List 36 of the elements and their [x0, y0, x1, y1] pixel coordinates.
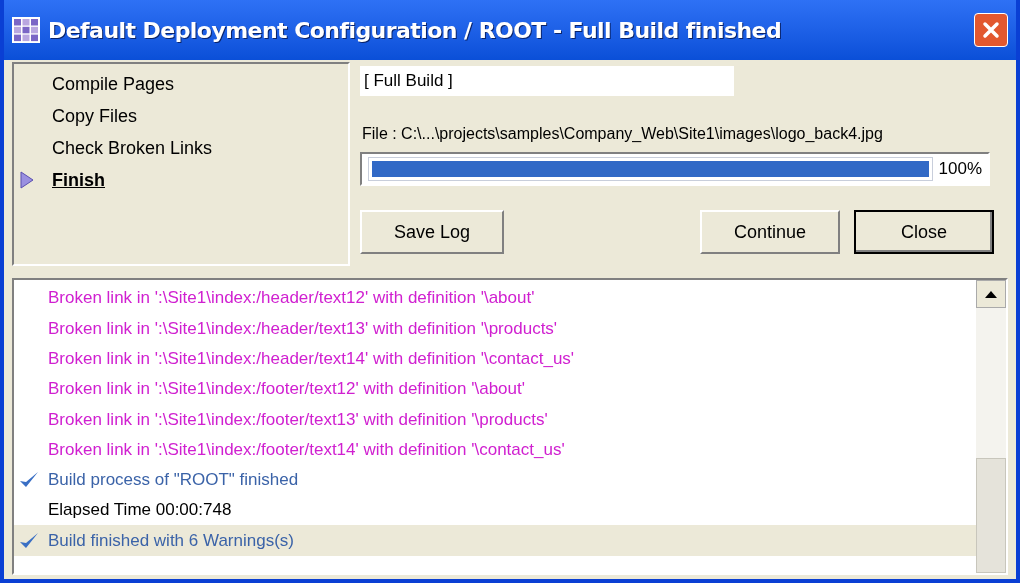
build-type-field: [ Full Build ]: [360, 66, 734, 96]
log-text: Elapsed Time 00:00:748: [48, 499, 232, 522]
log-row[interactable]: Broken link in ':\Site1\index:/header/text14' with definition '\contact_us': [14, 343, 976, 374]
log-row[interactable]: Broken link in ':\Site1\index:/footer/text14' with definition '\contact_us': [14, 434, 976, 465]
log-row[interactable]: Broken link in ':\Site1\index:/footer/text12' with definition '\about': [14, 373, 976, 405]
log-row[interactable]: Elapsed Time 00:00:748: [14, 495, 976, 526]
log-row[interactable]: Build process of "ROOT" finished: [14, 464, 976, 496]
dialog-button[interactable]: Continue: [700, 210, 840, 254]
log-text: Broken link in ':\Site1\index:/footer/text13' with definition '\products': [48, 408, 548, 431]
window-title: Default Deployment Configuration / ROOT - Full Build finished: [48, 16, 783, 45]
log-row[interactable]: Broken link in ':\Site1\index:/header/text12' with definition '\about': [14, 283, 976, 314]
dialog-button[interactable]: Close: [854, 210, 994, 254]
close-icon: [982, 21, 1000, 39]
step-label: Compile Pages: [52, 72, 175, 96]
log-text: Broken link in ':\Site1\index:/header/text13' with definition '\products': [48, 317, 558, 340]
step-label: Copy Files: [52, 104, 138, 128]
grid-icon: [12, 17, 40, 43]
progress-reading: 100%: [938, 158, 982, 181]
log-text: Broken link in ':\Site1\index:/header/text14' with definition '\contact_us': [48, 348, 575, 370]
log-row[interactable]: Broken link in ':\Site1\index:/header/text13' with definition '\products': [14, 313, 976, 344]
up-arrow-icon: [985, 290, 997, 298]
scroll-thumb[interactable]: [976, 458, 1006, 573]
log-row[interactable]: Broken link in ':\Site1\index:/footer/text13' with definition '\products': [14, 404, 976, 435]
log-text: Broken link in ':\Site1\index:/header/text12' with definition '\about': [48, 287, 535, 310]
close-button[interactable]: [974, 13, 1008, 47]
step-label: Check Broken Links: [52, 136, 213, 160]
file-path: File : C:\...\projects\samples\Company_Web\Site1\images\logo_back4.jpg: [361, 124, 884, 144]
log-row[interactable]: Build finished with 6 Warnings(s): [14, 525, 976, 556]
log-text: Broken link in ':\Site1\index:/footer/text14' with definition '\contact_us': [48, 438, 565, 461]
dialog-button[interactable]: Save Log: [360, 210, 504, 254]
scrollbar[interactable]: [976, 280, 1006, 573]
scroll-up-button[interactable]: [976, 280, 1006, 308]
log-text: Build finished with 6 Warnings(s): [48, 529, 294, 552]
step-label: Finish: [52, 168, 105, 192]
log-text: Broken link in ':\Site1\index:/footer/text12' with definition '\about': [48, 378, 525, 401]
log-text: Build process of "ROOT" finished: [48, 469, 299, 492]
